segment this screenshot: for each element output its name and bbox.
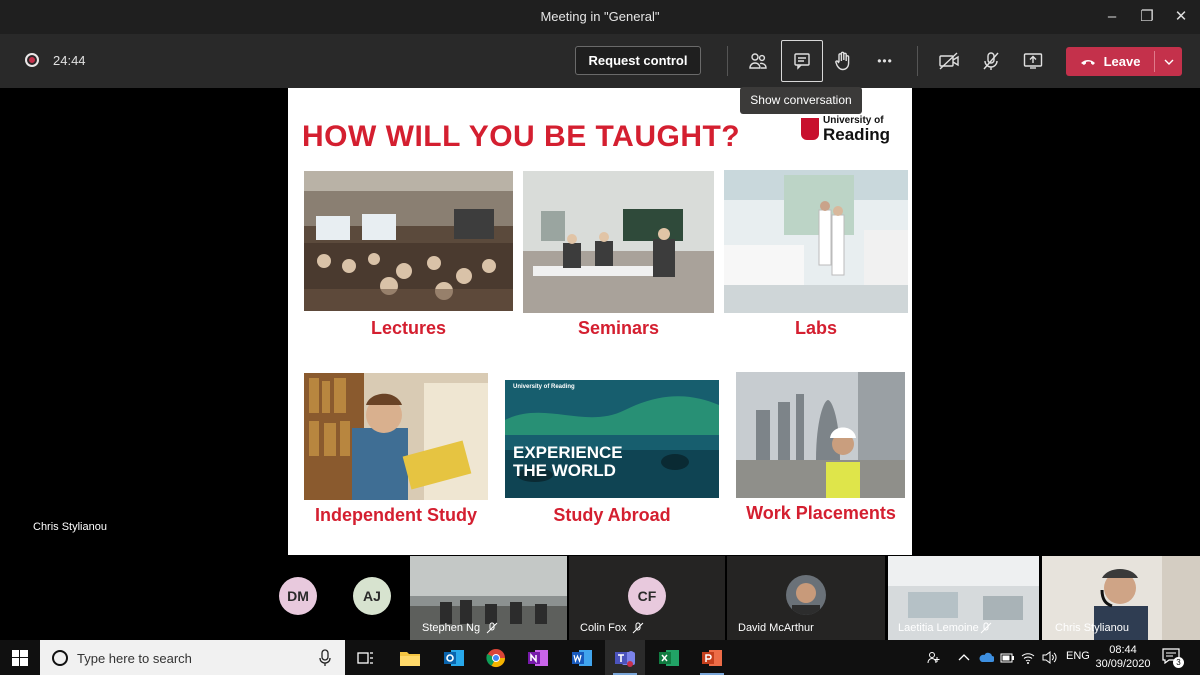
- participant-name: David McArthur: [738, 622, 814, 634]
- participant-tile[interactable]: David McArthur: [727, 556, 885, 640]
- wifi-icon[interactable]: [1021, 651, 1035, 664]
- participant-tile[interactable]: Stephen Ng: [410, 556, 567, 640]
- participant-name: Stephen Ng: [422, 622, 481, 634]
- minimize-button[interactable]: –: [1101, 6, 1123, 28]
- caption-labs: Labs: [794, 318, 837, 338]
- leave-divider: [1154, 51, 1155, 72]
- request-control-button[interactable]: Request control: [575, 46, 701, 75]
- taskbar-search[interactable]: Type here to search: [40, 640, 345, 675]
- title-bar: Meeting in "General" – ❐ ✕: [0, 0, 1200, 34]
- restore-button[interactable]: ❐: [1136, 6, 1158, 28]
- labs-photo: [724, 170, 908, 313]
- raise-hand-icon[interactable]: [824, 44, 862, 78]
- work-placements-photo: [736, 372, 905, 498]
- independent-study-photo: [304, 373, 488, 500]
- task-view-icon[interactable]: [346, 640, 386, 675]
- teams-icon[interactable]: [605, 640, 645, 675]
- outlook-icon[interactable]: [434, 640, 474, 675]
- study-abroad-photo: University of Reading EXPERIENCE THE WOR…: [505, 380, 719, 498]
- system-clock[interactable]: 08:44 30/09/2020: [1094, 643, 1152, 671]
- participant-name: Laetitia Lemoine: [898, 622, 979, 634]
- caption-lectures: Lectures: [370, 318, 447, 338]
- file-explorer-icon[interactable]: [390, 640, 430, 675]
- camera-off-icon[interactable]: [930, 44, 968, 78]
- leave-button[interactable]: Leave: [1066, 47, 1182, 76]
- participant-tile[interactable]: CF Colin Fox: [569, 556, 725, 640]
- meeting-toolbar: 24:44 Request control ••• Leave: [0, 34, 1200, 88]
- chevron-up-icon[interactable]: [958, 653, 970, 661]
- word-icon[interactable]: [562, 640, 602, 675]
- search-placeholder: Type here to search: [77, 651, 192, 666]
- meeting-timer: 24:44: [53, 53, 86, 68]
- participant-strip: DM AJ Stephen Ng CF Colin Fox David McAr…: [0, 556, 1200, 640]
- caption-work-placements: Work Placements: [746, 503, 896, 523]
- onenote-icon[interactable]: [518, 640, 558, 675]
- avatar: DM: [279, 577, 317, 615]
- toolbar-divider: [727, 46, 728, 76]
- mic-off-icon[interactable]: [972, 44, 1010, 78]
- close-button[interactable]: ✕: [1170, 6, 1192, 28]
- university-logo: University of Reading: [801, 115, 890, 145]
- participant-tile[interactable]: Chris Stylianou: [1042, 556, 1200, 640]
- leave-main[interactable]: Leave: [1066, 47, 1154, 76]
- more-options-icon[interactable]: •••: [866, 44, 904, 78]
- participant-tile[interactable]: DM AJ: [255, 556, 408, 640]
- experience-line1: EXPERIENCE: [513, 443, 623, 462]
- windows-taskbar: Type here to search ENG 08:44 30/09/2020…: [0, 640, 1200, 675]
- lectures-photo: [304, 171, 513, 311]
- study-abroad-logo: University of Reading: [513, 384, 575, 390]
- slide-title: HOW WILL YOU BE TAUGHT?: [302, 120, 741, 153]
- toolbar-divider: [917, 46, 918, 76]
- caption-study-abroad: Study Abroad: [553, 505, 671, 525]
- mic-off-icon: [980, 622, 992, 634]
- presenter-name: Chris Stylianou: [33, 521, 107, 533]
- caption-seminars: Seminars: [577, 318, 660, 338]
- avatar: AJ: [353, 577, 391, 615]
- experience-line2: THE WORLD: [513, 461, 616, 480]
- cortana-icon: [52, 650, 68, 666]
- shared-slide: HOW WILL YOU BE TAUGHT? University of Re…: [288, 88, 912, 555]
- battery-icon[interactable]: [1000, 653, 1014, 663]
- mic-off-icon: [486, 622, 498, 634]
- onedrive-icon[interactable]: [978, 652, 994, 663]
- participant-tile[interactable]: Laetitia Lemoine: [888, 556, 1039, 640]
- powerpoint-icon[interactable]: [692, 640, 732, 675]
- notification-badge: 3: [1173, 657, 1184, 668]
- logo-line2: Reading: [823, 125, 891, 144]
- participant-name: Chris Stylianou: [1055, 622, 1129, 634]
- share-tray-icon[interactable]: [1014, 44, 1052, 78]
- recording-icon: [25, 53, 39, 67]
- caption-independent-study: Independent Study: [315, 505, 477, 525]
- seminars-photo: [523, 171, 714, 313]
- avatar: CF: [628, 577, 666, 615]
- mic-off-icon: [632, 622, 644, 634]
- chrome-icon[interactable]: [476, 640, 516, 675]
- chevron-down-icon[interactable]: [1158, 47, 1180, 76]
- participants-icon[interactable]: [739, 44, 777, 78]
- clock-date: 30/09/2020: [1095, 658, 1151, 670]
- people-icon[interactable]: [927, 651, 941, 665]
- microphone-icon[interactable]: [319, 649, 331, 666]
- chat-icon[interactable]: [781, 40, 823, 82]
- excel-icon[interactable]: [649, 640, 689, 675]
- show-conversation-tooltip: Show conversation: [740, 87, 862, 114]
- volume-icon[interactable]: [1042, 651, 1057, 664]
- participant-photo: [786, 575, 826, 615]
- window-title: Meeting in "General": [540, 9, 660, 24]
- windows-start-icon[interactable]: [0, 640, 40, 675]
- action-center-icon[interactable]: 3: [1162, 647, 1184, 669]
- hang-up-icon: [1080, 59, 1095, 65]
- clock-time: 08:44: [1109, 644, 1137, 656]
- crest-icon: [801, 118, 819, 140]
- participant-name: Colin Fox: [580, 622, 627, 634]
- teams-meeting-window: Meeting in "General" – ❐ ✕ 24:44 Request…: [0, 0, 1200, 675]
- leave-label: Leave: [1103, 54, 1141, 69]
- language-indicator[interactable]: ENG: [1066, 650, 1090, 662]
